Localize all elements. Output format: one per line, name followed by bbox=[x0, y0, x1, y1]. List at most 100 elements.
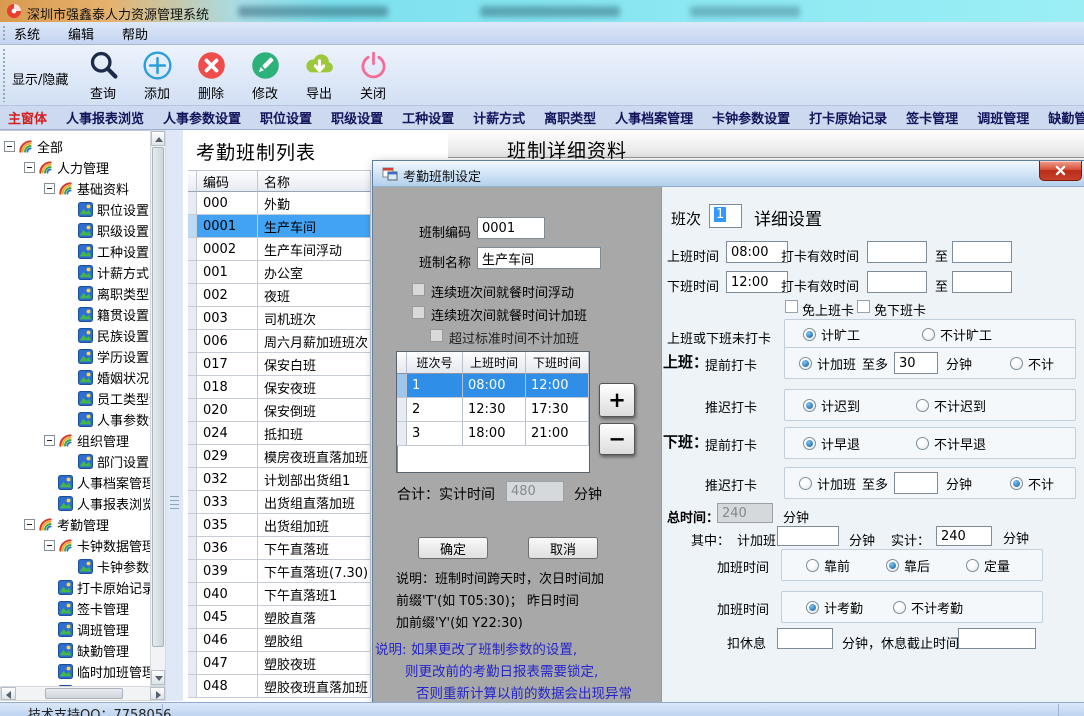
tree-item-人事档案管理[interactable]: 人事档案管理 bbox=[0, 472, 150, 493]
ot-minutes-input[interactable] bbox=[777, 526, 839, 546]
radio-option[interactable]: 不计考勤 bbox=[893, 598, 963, 617]
tree-item-离职类型[interactable]: 离职类型 bbox=[0, 283, 150, 304]
valid-from-input-2[interactable] bbox=[867, 271, 927, 293]
tree-item-民族设置[interactable]: 民族设置 bbox=[0, 325, 150, 346]
radio-option[interactable]: 计迟到 bbox=[803, 396, 860, 415]
cancel-button[interactable]: 取消 bbox=[528, 537, 598, 559]
tree-item-签卡管理[interactable]: 签卡管理 bbox=[0, 598, 150, 619]
valid-to-input-2[interactable] bbox=[952, 271, 1012, 293]
radio-icon[interactable] bbox=[966, 559, 979, 572]
tree-item-职位设置[interactable]: 职位设置 bbox=[0, 199, 150, 220]
tree-item-考勤管理[interactable]: 考勤管理 bbox=[0, 514, 150, 535]
tab-计薪方式[interactable]: 计薪方式 bbox=[473, 108, 525, 127]
column-header-shift-no[interactable]: 班次号 bbox=[407, 352, 463, 374]
toolbar-button-查询[interactable]: 查询 bbox=[76, 49, 130, 103]
tab-职位设置[interactable]: 职位设置 bbox=[260, 108, 312, 127]
table-row[interactable]: 045塑胶直落 bbox=[188, 606, 372, 629]
radio-option[interactable]: 计加班 bbox=[799, 474, 856, 493]
tree-item-基础资料[interactable]: 基础资料 bbox=[0, 178, 150, 199]
tree-expander-icon[interactable] bbox=[24, 519, 35, 530]
meal-overtime-checkbox[interactable] bbox=[412, 306, 425, 319]
tree-item-组织管理[interactable]: 组织管理 bbox=[0, 430, 150, 451]
shift-code-input[interactable] bbox=[477, 217, 545, 239]
radio-option[interactable]: 不计迟到 bbox=[916, 396, 986, 415]
shift-table-row[interactable]: 108:0012:00 bbox=[397, 374, 589, 398]
tab-工种设置[interactable]: 工种设置 bbox=[402, 108, 454, 127]
column-header-code[interactable]: 编码 bbox=[197, 170, 258, 192]
radio-icon[interactable] bbox=[916, 437, 929, 450]
column-header-start[interactable]: 上班时间 bbox=[463, 352, 526, 374]
dialog-title-bar[interactable]: 考勤班制设定 bbox=[373, 161, 1084, 187]
tree-item-人事报表浏览[interactable]: 人事报表浏览 bbox=[0, 493, 150, 514]
tree-item-员工类型设[interactable]: 员工类型设 bbox=[0, 388, 150, 409]
radio-option[interactable]: 不计 bbox=[1010, 354, 1054, 373]
scrollbar-thumb[interactable] bbox=[45, 688, 123, 699]
radio-option[interactable]: 计加班 bbox=[799, 354, 856, 373]
valid-from-input-1[interactable] bbox=[867, 241, 927, 263]
table-row[interactable]: 029模房夜班直落加班 bbox=[188, 445, 372, 468]
tab-人事档案管理[interactable]: 人事档案管理 bbox=[615, 108, 693, 127]
over-standard-checkbox[interactable] bbox=[430, 329, 443, 342]
table-row[interactable]: 018保安夜班 bbox=[188, 376, 372, 399]
tree-item-计薪方式[interactable]: 计薪方式 bbox=[0, 262, 150, 283]
radio-icon[interactable] bbox=[1010, 477, 1023, 490]
table-row[interactable]: 0001生产车间 bbox=[188, 215, 372, 238]
table-row[interactable]: 0002生产车间浮动 bbox=[188, 238, 372, 261]
table-row[interactable]: 047塑胶夜班 bbox=[188, 652, 372, 675]
tree-item-学历设置[interactable]: 学历设置 bbox=[0, 346, 150, 367]
radio-icon[interactable] bbox=[893, 601, 906, 614]
tree-item-婚姻状况[interactable]: 婚姻状况 bbox=[0, 367, 150, 388]
tab-打卡原始记录[interactable]: 打卡原始记录 bbox=[809, 108, 887, 127]
table-row[interactable]: 035出货组加班 bbox=[188, 514, 372, 537]
tree-item-卡钟参数设[interactable]: 卡钟参数设 bbox=[0, 556, 150, 577]
tree-expander-icon[interactable] bbox=[24, 162, 35, 173]
late-out-minutes-input[interactable] bbox=[894, 472, 938, 494]
radio-option[interactable]: 靠后 bbox=[886, 556, 930, 575]
scroll-left-button[interactable] bbox=[1, 687, 16, 700]
tree-item-人事参数设[interactable]: 人事参数设 bbox=[0, 409, 150, 430]
scroll-right-button[interactable] bbox=[150, 687, 165, 700]
table-row[interactable]: 006周六月薪加班班次 bbox=[188, 330, 372, 353]
column-header-end[interactable]: 下班时间 bbox=[526, 352, 589, 374]
table-row[interactable]: 003司机班次 bbox=[188, 307, 372, 330]
ok-button[interactable]: 确定 bbox=[418, 537, 488, 559]
table-row[interactable]: 017保安白班 bbox=[188, 353, 372, 376]
shift-table-row[interactable]: 318:0021:00 bbox=[397, 422, 589, 446]
skip-in-checkbox[interactable] bbox=[785, 300, 798, 313]
tree-item-卡钟数据管理[interactable]: 卡钟数据管理 bbox=[0, 535, 150, 556]
radio-icon[interactable] bbox=[799, 477, 812, 490]
dialog-close-button[interactable] bbox=[1039, 161, 1082, 181]
table-row[interactable]: 000外勤 bbox=[188, 192, 372, 215]
table-row[interactable]: 046塑胶组 bbox=[188, 629, 372, 652]
scrollbar-thumb[interactable] bbox=[152, 147, 164, 647]
tree-item-调班管理[interactable]: 调班管理 bbox=[0, 619, 150, 640]
table-row[interactable]: 024抵扣班 bbox=[188, 422, 372, 445]
tab-卡钟参数设置[interactable]: 卡钟参数设置 bbox=[712, 108, 790, 127]
radio-icon[interactable] bbox=[803, 328, 816, 341]
toolbar-button-删除[interactable]: 删除 bbox=[184, 49, 238, 103]
tab-人事参数设置[interactable]: 人事参数设置 bbox=[163, 108, 241, 127]
radio-option[interactable]: 计早退 bbox=[803, 434, 860, 453]
tree-item-部门设置[interactable]: 部门设置 bbox=[0, 451, 150, 472]
tree-item-籍贯设置[interactable]: 籍贯设置 bbox=[0, 304, 150, 325]
radio-icon[interactable] bbox=[803, 437, 816, 450]
radio-icon[interactable] bbox=[1010, 357, 1023, 370]
table-row[interactable]: 002夜班 bbox=[188, 284, 372, 307]
menu-item-编辑[interactable]: 编辑 bbox=[68, 28, 94, 43]
radio-option[interactable]: 计考勤 bbox=[806, 598, 863, 617]
column-header-name[interactable]: 名称 bbox=[258, 170, 371, 192]
tree-item-缺勤管理[interactable]: 缺勤管理 bbox=[0, 640, 150, 661]
tree-item-工种设置[interactable]: 工种设置 bbox=[0, 241, 150, 262]
tree-expander-icon[interactable] bbox=[44, 540, 55, 551]
rest-cutoff-input[interactable] bbox=[958, 628, 1036, 649]
remove-shift-button[interactable]: − bbox=[599, 423, 635, 455]
tab-离职类型[interactable]: 离职类型 bbox=[544, 108, 596, 127]
radio-option[interactable]: 计旷工 bbox=[803, 325, 860, 344]
toolbar-button-添加[interactable]: 添加 bbox=[130, 49, 184, 103]
radio-icon[interactable] bbox=[922, 328, 935, 341]
tree-horizontal-scrollbar[interactable] bbox=[0, 686, 166, 701]
show-hide-toggle[interactable]: 显示/隐藏 bbox=[12, 69, 68, 88]
panel-splitter[interactable] bbox=[166, 130, 183, 701]
shift-table-row[interactable]: 212:3017:30 bbox=[397, 398, 589, 422]
table-row[interactable]: 020保安倒班 bbox=[188, 399, 372, 422]
